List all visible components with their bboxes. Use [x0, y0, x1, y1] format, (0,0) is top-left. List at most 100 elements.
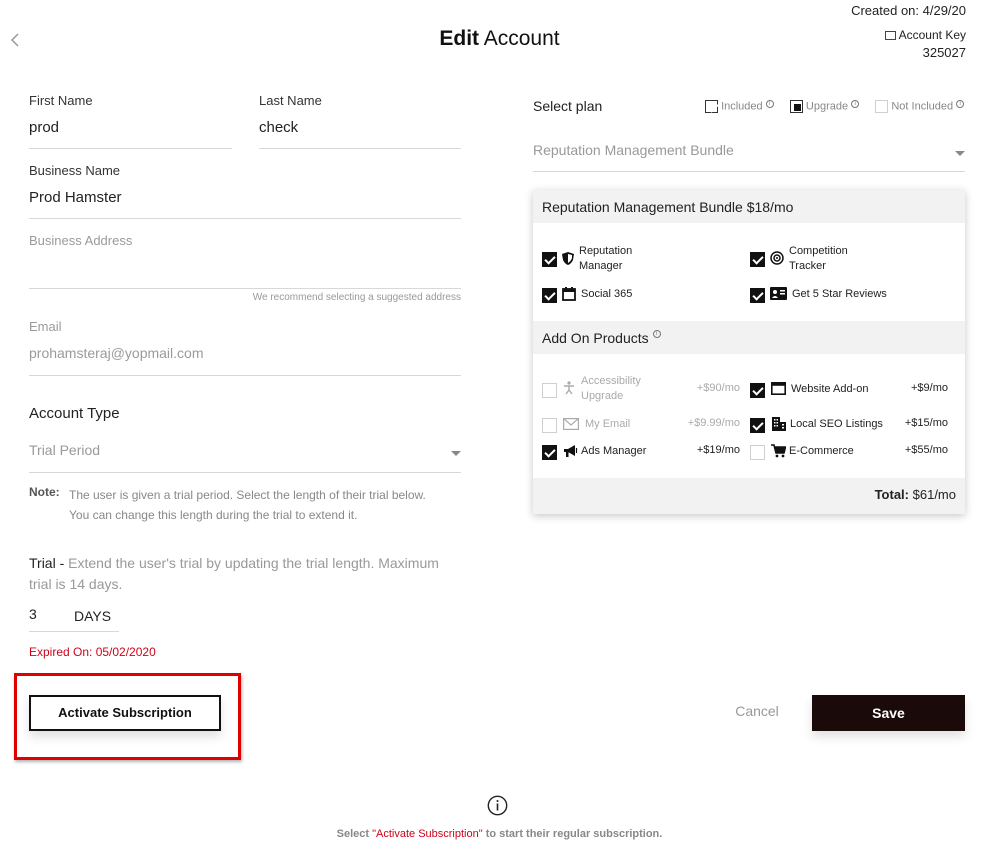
megaphone-icon [564, 445, 578, 457]
feature-line-1: Social 365 [581, 288, 633, 300]
account-key-label: Account Key [898, 28, 966, 42]
plan-legend: Included i Upgrade i Not Included i [705, 100, 965, 113]
feature-checkbox [542, 288, 557, 304]
plan-select[interactable]: Reputation Management Bundle [533, 142, 965, 172]
addon-checkbox[interactable] [542, 418, 557, 434]
footer-hint: Select "Activate Subscription" to start … [0, 828, 999, 840]
legend-not-included-checkbox [875, 100, 889, 113]
addon-line-1: My Email [585, 418, 631, 430]
total-label: Total: [874, 487, 909, 502]
addon-line-1: Ads Manager [581, 445, 647, 457]
feature-reputation-manager: Reputation Manager [542, 244, 742, 272]
shield-icon [562, 252, 574, 265]
page-title: Edit Account [0, 27, 999, 51]
legend-included-checkbox [705, 100, 718, 113]
legend-upgrade-checkbox [789, 100, 803, 113]
account-key-value: 325027 [922, 45, 966, 60]
page-title-bold: Edit [439, 27, 480, 50]
note-text: The user is given a trial period. Select… [69, 485, 426, 525]
info-icon: i [652, 330, 661, 338]
info-circle-icon [487, 795, 508, 816]
note-label: Note: [29, 485, 60, 499]
addon-accessibility-upgrade[interactable]: Accessibility Upgrade +$90/mo [542, 374, 740, 406]
note-line-2: You can change this length during the tr… [69, 508, 358, 522]
save-button[interactable]: Save [812, 695, 965, 731]
accessibility-icon [564, 381, 574, 395]
bundle-card-header: Reputation Management Bundle $18/mo [533, 190, 965, 223]
trial-description: Trial - Extend the user's trial by updat… [29, 553, 469, 595]
addon-price: +$9/mo [911, 382, 948, 394]
cancel-button[interactable]: Cancel [722, 703, 792, 719]
info-icon: i [956, 100, 965, 108]
addons-header: Add On Products i [533, 321, 965, 354]
first-name-field[interactable]: prod [29, 119, 232, 149]
addon-e-commerce[interactable]: E-Commerce +$55/mo [750, 443, 948, 463]
account-type-value: Trial Period [29, 442, 101, 458]
business-address-field[interactable] [29, 255, 461, 289]
trial-unit: DAYS [74, 608, 112, 624]
id-card-icon [770, 287, 787, 300]
activate-subscription-button[interactable]: Activate Subscription [29, 695, 221, 731]
plan-select-value: Reputation Management Bundle [533, 142, 734, 158]
trial-label: Trial - [29, 555, 65, 571]
trial-length-input[interactable]: 3 DAYS [29, 606, 119, 632]
radar-icon [770, 251, 784, 265]
feature-social-365: Social 365 [542, 286, 742, 304]
info-icon: i [851, 100, 860, 108]
addon-price: +$55/mo [904, 444, 948, 456]
legend-not-included-label: Not Included [891, 100, 954, 113]
info-icon: i [765, 100, 774, 108]
account-type-select[interactable]: Trial Period [29, 442, 461, 473]
total-bar: Total: $61/mo [533, 478, 965, 514]
feature-line-1: Reputation [579, 245, 633, 257]
caret-down-icon [955, 151, 965, 156]
legend-upgrade-label: Upgrade [805, 100, 849, 113]
addon-line-1: E-Commerce [789, 445, 854, 457]
trial-desc-line-2: trial is 14 days. [29, 576, 123, 592]
feature-checkbox [750, 288, 765, 304]
addon-ads-manager[interactable]: Ads Manager +$19/mo [542, 443, 740, 463]
caret-down-icon [451, 451, 461, 456]
total-value: $61/mo [912, 487, 956, 502]
footer-pre: Select [336, 828, 373, 840]
select-plan-label: Select plan [533, 98, 603, 114]
footer-highlight: "Activate Subscription" [372, 828, 483, 840]
key-card-icon [884, 31, 896, 41]
addon-checkbox[interactable] [750, 418, 765, 434]
email-field[interactable]: prohamsteraj@yopmail.com [29, 345, 461, 376]
addon-line-2: Upgrade [581, 390, 624, 402]
addon-checkbox[interactable] [750, 445, 765, 461]
bundle-card-title: Reputation Management Bundle $18/mo [542, 199, 794, 215]
building-icon [772, 417, 786, 431]
address-hint: We recommend selecting a suggested addre… [252, 292, 461, 303]
feature-competition-tracker: Competition Tracker [750, 244, 950, 272]
addon-price: +$19/mo [696, 444, 740, 456]
created-on: Created on: 4/29/20 [851, 3, 966, 18]
addon-line-1: Website Add-on [791, 383, 869, 395]
account-type-label: Account Type [29, 405, 120, 422]
feature-line-1: Get 5 Star Reviews [792, 288, 887, 300]
addon-checkbox[interactable] [750, 383, 765, 399]
trial-value: 3 [29, 606, 37, 622]
addon-local-seo-listings[interactable]: Local SEO Listings +$15/mo [750, 416, 948, 436]
addon-checkbox[interactable] [542, 445, 557, 461]
calendar-icon [562, 287, 576, 301]
note-line-1: The user is given a trial period. Select… [69, 488, 426, 502]
last-name-field[interactable]: check [259, 119, 461, 149]
addon-website[interactable]: Website Add-on +$9/mo [750, 374, 948, 406]
addon-my-email[interactable]: My Email +$9.99/mo [542, 416, 740, 436]
feature-line-1: Competition [789, 245, 848, 257]
shopping-cart-icon [771, 444, 786, 458]
footer-post: to start their regular subscription. [482, 828, 663, 840]
addons-title: Add On Products [542, 330, 649, 346]
browser-window-icon [771, 382, 786, 395]
feature-checkbox [750, 252, 765, 268]
page-title-rest: Account [483, 27, 560, 50]
envelope-icon [563, 418, 579, 430]
business-name-field[interactable]: Prod Hamster [29, 189, 461, 219]
addon-line-1: Accessibility [581, 375, 641, 387]
email-label: Email [29, 319, 62, 334]
addon-line-1: Local SEO Listings [790, 418, 883, 430]
addon-price: +$15/mo [904, 417, 948, 429]
addon-checkbox[interactable] [542, 383, 557, 399]
